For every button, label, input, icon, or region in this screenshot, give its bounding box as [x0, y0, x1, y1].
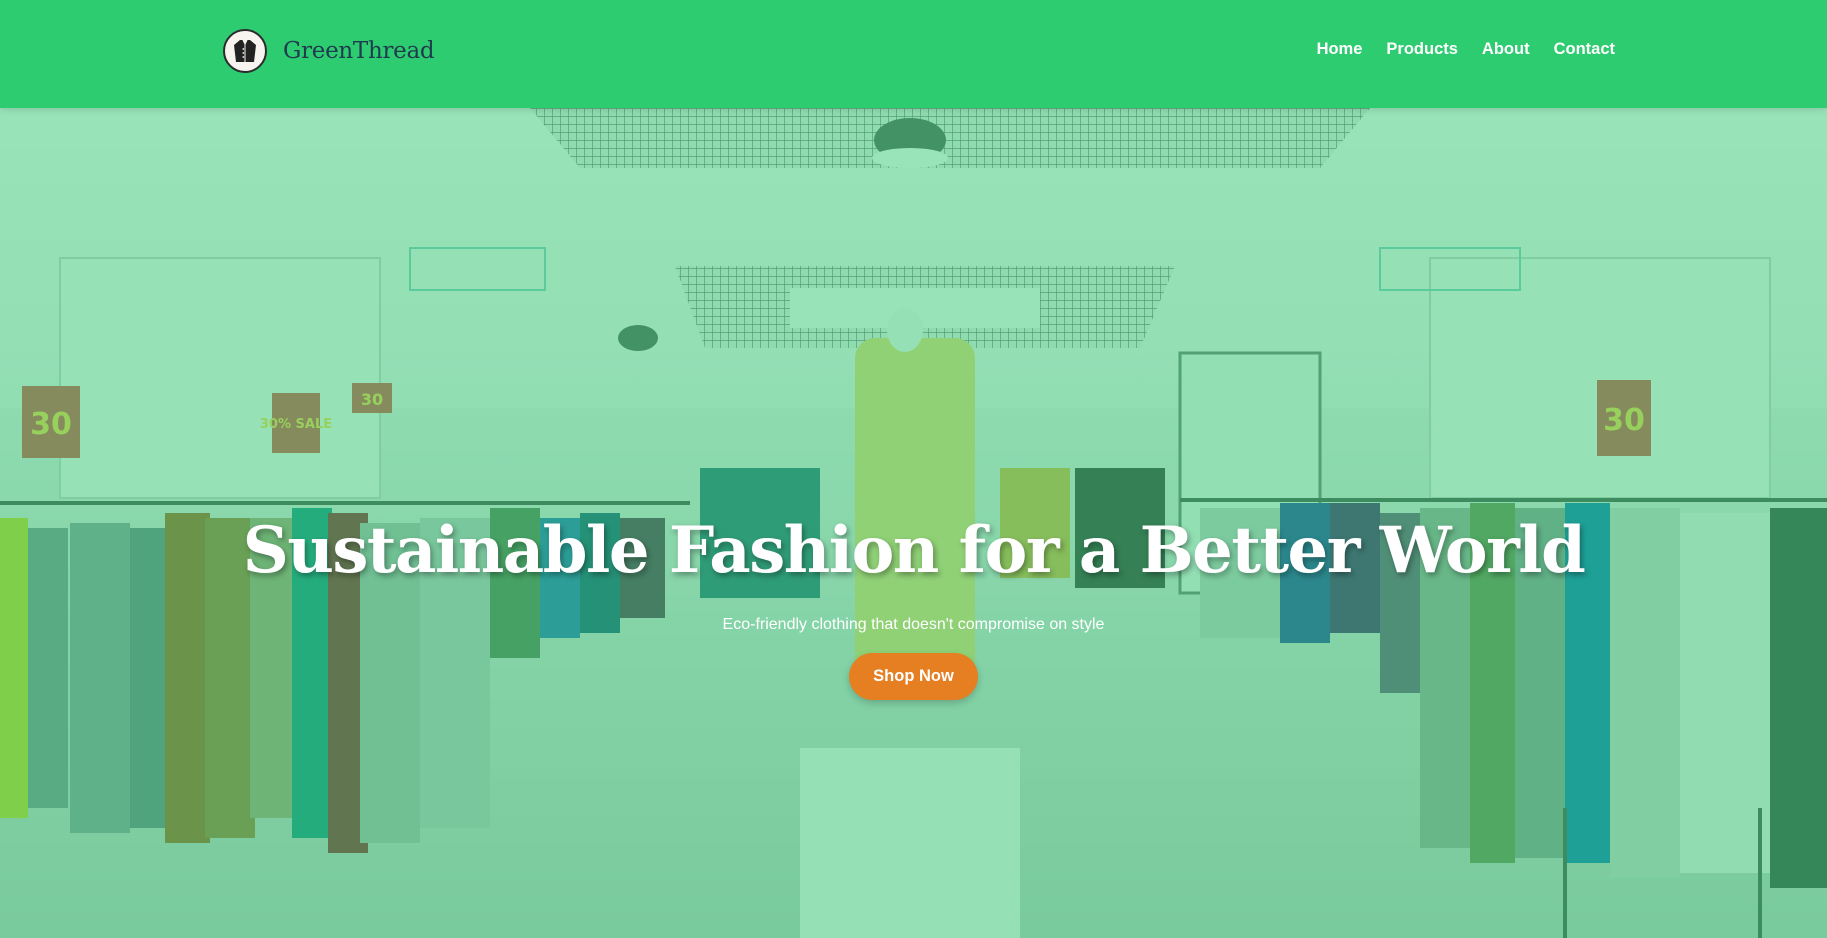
site-header: GreenThread Home Products About Contact — [0, 0, 1827, 108]
nav-products[interactable]: Products — [1386, 40, 1458, 59]
hero-content: Sustainable Fashion for a Better World E… — [0, 513, 1827, 700]
nav-about[interactable]: About — [1482, 40, 1530, 59]
shop-now-button[interactable]: Shop Now — [849, 653, 978, 700]
brand-name: GreenThread — [283, 38, 435, 64]
hero-subtitle: Eco-friendly clothing that doesn't compr… — [722, 616, 1105, 633]
main-nav: Home Products About Contact — [1293, 40, 1615, 59]
hero-title: Sustainable Fashion for a Better World — [242, 513, 1586, 588]
nav-contact[interactable]: Contact — [1554, 40, 1615, 59]
brand[interactable]: GreenThread — [223, 29, 435, 73]
nav-home[interactable]: Home — [1317, 40, 1363, 59]
hero-section: 30 30% SALE 30 30 Sustainable Fashion fo… — [0, 108, 1827, 938]
jacket-icon — [223, 29, 267, 73]
page: GreenThread Home Products About Contact — [0, 0, 1827, 938]
